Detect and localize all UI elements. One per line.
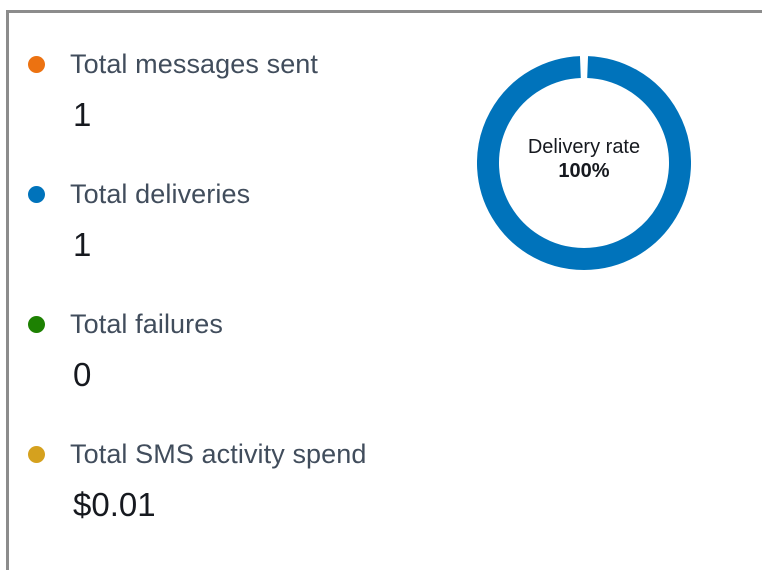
delivery-rate-donut-chart: Delivery rate 100% — [477, 56, 691, 270]
blue-dot-icon — [28, 185, 45, 203]
metric-total-messages-sent: Total messages sent 1 — [28, 49, 318, 133]
orange-dot-icon — [28, 55, 45, 73]
metric-label: Total failures — [70, 308, 223, 339]
yellow-dot-icon — [28, 445, 45, 463]
metric-label: Total deliveries — [70, 178, 251, 209]
metric-label: Total SMS activity spend — [70, 438, 367, 469]
metric-value: 1 — [73, 226, 92, 263]
metric-value: $0.01 — [73, 486, 156, 523]
donut-svg — [477, 56, 691, 270]
metric-value: 1 — [73, 96, 92, 133]
metric-total-sms-activity-spend: Total SMS activity spend $0.01 — [28, 439, 367, 523]
metric-label: Total messages sent — [70, 48, 319, 79]
delivery-rate-ring — [477, 56, 691, 270]
green-dot-icon — [28, 315, 45, 333]
metric-total-deliveries: Total deliveries 1 — [28, 179, 250, 263]
metric-total-failures: Total failures 0 — [28, 309, 223, 393]
sms-metrics-panel: Total messages sent 1 Total deliveries 1… — [6, 10, 762, 570]
metric-value: 0 — [73, 356, 92, 393]
